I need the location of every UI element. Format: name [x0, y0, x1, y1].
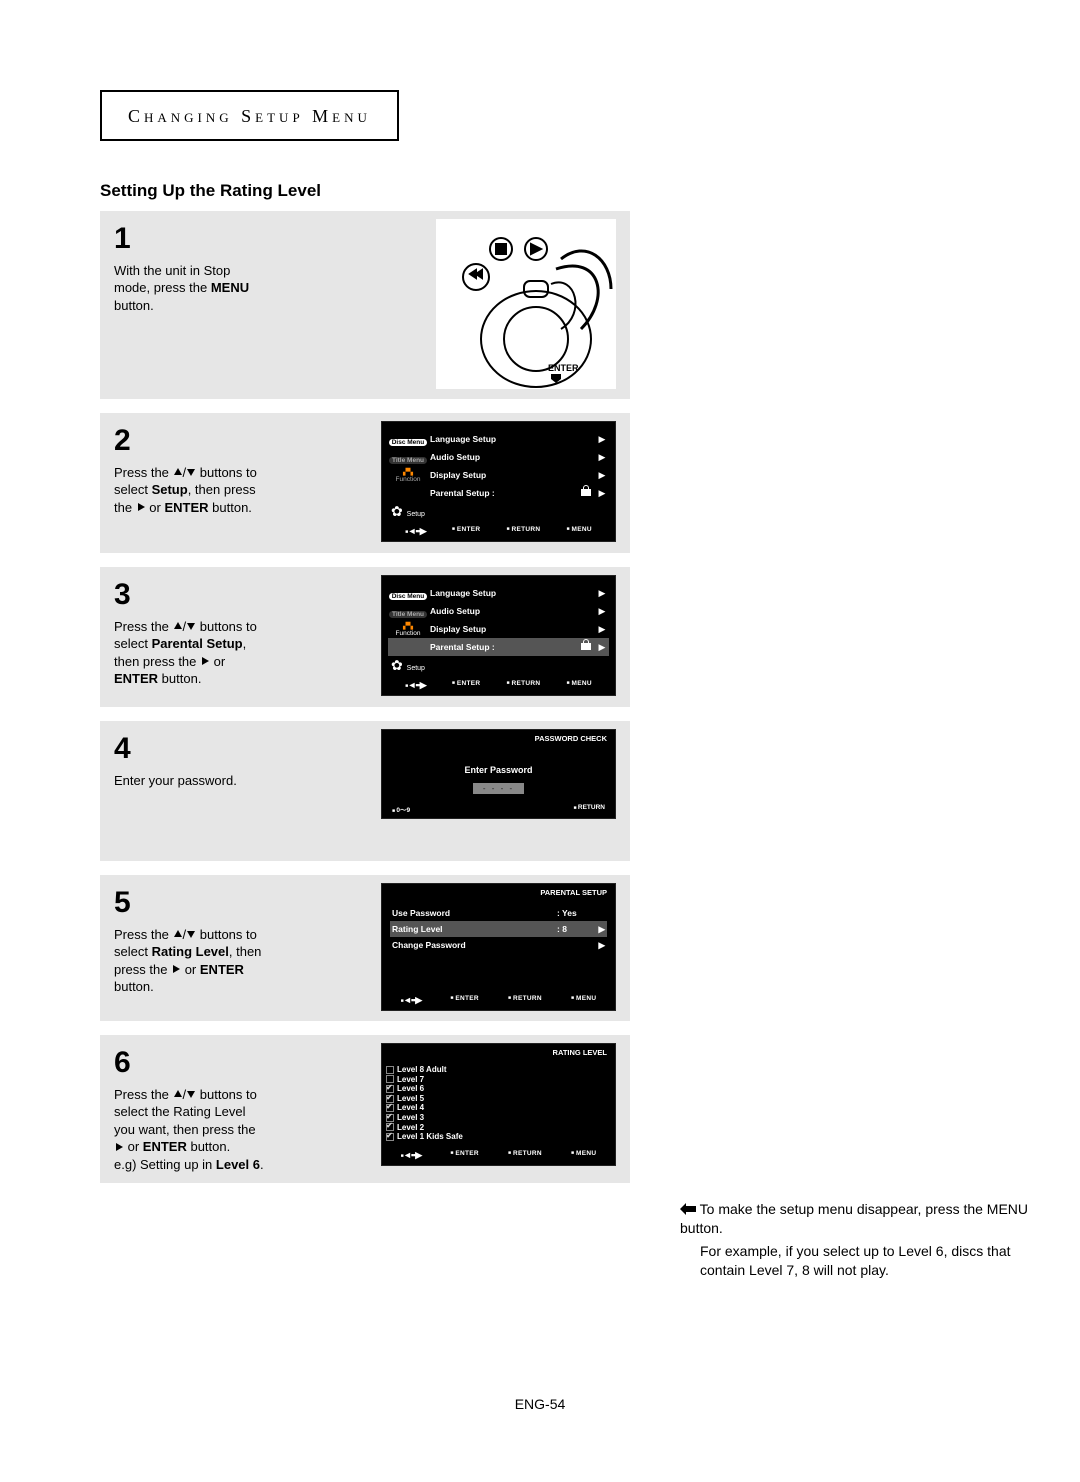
right-icon: [200, 656, 210, 666]
chapter-heading: Changing Setup Menu: [128, 106, 371, 126]
chevron-right-icon: ▶: [595, 452, 609, 463]
step-instruction: Enter your password.: [114, 772, 364, 790]
chevron-right-icon: ▶: [595, 488, 609, 499]
chevron-right-icon: ▶: [595, 588, 609, 599]
nav-icon: ◄▪▪▶: [401, 1150, 422, 1161]
osd-rating-level-screen: RATING LEVEL Level 8 Adult Level 7 Level…: [381, 1043, 616, 1166]
list-item: Level 5: [386, 1094, 611, 1104]
section-title: Setting Up the Rating Level: [100, 181, 980, 201]
nav-icon: ◄▪▪▶: [401, 995, 422, 1006]
chevron-right-icon: ▶: [595, 434, 609, 445]
side-note: To make the setup menu disappear, press …: [680, 1200, 1050, 1284]
nav-icon: ◄▪▪▶: [405, 680, 426, 691]
password-field: - - - -: [473, 783, 524, 794]
gear-icon: ✿ Setup: [388, 657, 428, 674]
footer-menu: MENU: [571, 1150, 596, 1161]
step-4: 4 Enter your password. PASSWORD CHECK En…: [100, 721, 630, 861]
list-item: Level 7: [386, 1075, 611, 1085]
chapter-heading-box: Changing Setup Menu: [100, 90, 399, 141]
page-number: ENG-54: [0, 1396, 1080, 1412]
footer-enter: ENTER: [452, 526, 481, 537]
step-2: 2 Press the / buttons to select Setup, t…: [100, 413, 630, 553]
lock-icon: [581, 488, 595, 498]
up-icon: [173, 1089, 183, 1099]
rating-level-list: Level 8 Adult Level 7 Level 6 Level 5 Le…: [382, 1061, 615, 1144]
chevron-right-icon: ▶: [595, 624, 609, 635]
step-instruction: With the unit in Stop mode, press the ME…: [114, 262, 364, 315]
footer-nums: ■ 0～9: [392, 804, 410, 814]
screen-title: PASSWORD CHECK: [382, 730, 615, 747]
disc-menu-icon: Disc Menu: [389, 593, 428, 600]
footer-enter: ENTER: [450, 995, 479, 1006]
list-item: Level 2: [386, 1123, 611, 1133]
up-icon: [173, 621, 183, 631]
right-icon: [171, 964, 181, 974]
chevron-right-icon: ▶: [593, 924, 605, 935]
nav-icon: ◄▪▪▶: [405, 526, 426, 537]
right-icon: [136, 502, 146, 512]
list-item: Level 6: [386, 1084, 611, 1094]
step-number: 6: [114, 1043, 364, 1084]
screen-title: RATING LEVEL: [382, 1044, 615, 1061]
footer-return: RETURN: [507, 680, 541, 691]
remote-illustration: ENTER: [436, 219, 616, 389]
chevron-right-icon: ▶: [593, 940, 605, 951]
down-icon: [186, 467, 196, 477]
title-menu-icon: Title Menu: [389, 457, 427, 464]
footer-return: RETURN: [507, 526, 541, 537]
screen-title: PARENTAL SETUP: [382, 884, 615, 901]
chevron-right-icon: ▶: [595, 642, 609, 653]
function-icon: ▞▚Function: [388, 622, 428, 637]
step-instruction: Press the / buttons to select Setup, the…: [114, 464, 364, 517]
footer-return: ■ RETURN: [573, 804, 605, 814]
footer-menu: MENU: [567, 680, 592, 691]
step-number: 5: [114, 883, 364, 924]
chevron-right-icon: ▶: [595, 606, 609, 617]
step-3: 3 Press the / buttons to select Parental…: [100, 567, 630, 707]
osd-setup-screen: Disc MenuLanguage Setup▶ Title MenuAudio…: [381, 421, 616, 542]
down-icon: [186, 929, 196, 939]
step-5: 5 Press the / buttons to select Rating L…: [100, 875, 630, 1021]
osd-parental-screen: Disc MenuLanguage Setup▶ Title MenuAudio…: [381, 575, 616, 696]
left-pointer-icon: [680, 1203, 696, 1215]
footer-menu: MENU: [567, 526, 592, 537]
step-6: 6 Press the / buttons to select the Rati…: [100, 1035, 630, 1183]
footer-menu: MENU: [571, 995, 596, 1006]
osd-parental-setup-screen: PARENTAL SETUP Use Password: Yes Rating …: [381, 883, 616, 1011]
step-1: 1 With the unit in Stop mode, press the …: [100, 211, 630, 399]
function-icon: ▞▚Function: [388, 468, 428, 483]
list-item: Level 8 Adult: [386, 1065, 611, 1075]
footer-return: RETURN: [508, 1150, 542, 1161]
footer-enter: ENTER: [452, 680, 481, 691]
list-item: Level 1 Kids Safe: [386, 1132, 611, 1142]
lock-icon: [581, 642, 595, 652]
footer-return: RETURN: [508, 995, 542, 1006]
password-label: Enter Password: [382, 765, 615, 775]
step-number: 2: [114, 421, 364, 462]
up-icon: [173, 929, 183, 939]
osd-password-screen: PASSWORD CHECK Enter Password - - - - ■ …: [381, 729, 616, 819]
gear-icon: ✿ Setup: [388, 503, 428, 520]
step-number: 1: [114, 219, 364, 260]
down-icon: [186, 1089, 196, 1099]
step-instruction: Press the / buttons to select the Rating…: [114, 1086, 364, 1174]
disc-menu-icon: Disc Menu: [389, 439, 428, 446]
up-icon: [173, 467, 183, 477]
title-menu-icon: Title Menu: [389, 611, 427, 618]
list-item: Level 4: [386, 1103, 611, 1113]
step-instruction: Press the / buttons to select Parental S…: [114, 618, 364, 688]
right-icon: [114, 1142, 124, 1152]
chevron-right-icon: ▶: [595, 470, 609, 481]
step-instruction: Press the / buttons to select Rating Lev…: [114, 926, 364, 996]
footer-enter: ENTER: [450, 1150, 479, 1161]
down-icon: [186, 621, 196, 631]
list-item: Level 3: [386, 1113, 611, 1123]
step-number: 3: [114, 575, 364, 616]
step-number: 4: [114, 729, 364, 770]
svg-text:ENTER: ENTER: [548, 363, 579, 373]
